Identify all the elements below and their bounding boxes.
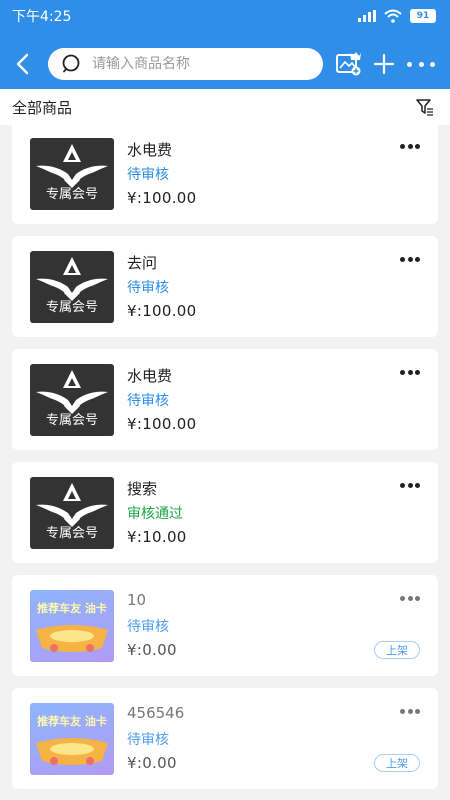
battery-icon: 91 [410,9,436,23]
vip-thumbnail: 专属会号 [30,477,114,549]
more-options-icon[interactable] [400,256,420,262]
thumb-label: 专属会号 [45,300,98,315]
product-name: 搜索 [127,480,158,498]
product-name: 水电费 [127,367,173,385]
review-status: 待审核 [127,619,169,635]
product-card[interactable]: 专属会号 搜索 审核通过 ¥:10.00 [12,462,438,563]
product-card[interactable]: 推荐车友 油卡 10 待审核 ¥:0.00 上架 [12,575,438,676]
status-bar: 下午4:25 91 [0,0,450,32]
add-icon[interactable] [373,53,395,75]
product-price: ¥:10.00 [127,528,187,546]
image-crown-icon[interactable] [335,51,361,77]
review-status: 待审核 [127,280,169,296]
promo-car-illustration: 推荐车友 油卡 [36,601,108,652]
toolbar [0,47,450,81]
product-list: 专属会号 水电费 待审核 ¥:100.00 专属会号 去问 待审核 ¥:100.… [0,125,450,800]
search-input[interactable] [92,56,312,72]
vip-thumbnail: 专属会号 [30,251,114,323]
product-card[interactable]: 专属会号 水电费 待审核 ¥:100.00 [12,349,438,450]
search-icon [62,54,80,73]
status-time: 下午4:25 [12,9,72,25]
review-status: 待审核 [127,732,169,748]
promo-text: 推荐车友 油卡 [37,714,107,728]
product-price: ¥:100.00 [127,415,197,433]
list-on-shelf-button[interactable]: 上架 [374,754,420,772]
more-icon[interactable] [407,53,435,75]
back-arrow-icon[interactable] [14,53,34,75]
more-options-icon[interactable] [400,143,420,149]
list-on-shelf-button[interactable]: 上架 [374,641,420,659]
product-name: 456546 [127,704,185,722]
signal-icon [358,10,376,22]
product-card[interactable]: 专属会号 去问 待审核 ¥:100.00 [12,236,438,337]
promo-thumbnail: 推荐车友 油卡 [30,703,114,775]
product-name: 10 [127,591,147,609]
review-status: 审核通过 [127,506,183,522]
promo-thumbnail: 推荐车友 油卡 [30,590,114,662]
review-status: 待审核 [127,393,169,409]
review-status: 待审核 [127,167,169,183]
thumb-label: 专属会号 [45,187,98,202]
product-name: 水电费 [127,141,173,159]
thumb-label: 专属会号 [45,526,98,541]
product-price: ¥:100.00 [127,189,197,207]
product-price: ¥:0.00 [127,641,177,659]
promo-car-illustration: 推荐车友 油卡 [36,714,108,765]
product-name: 去问 [127,254,158,272]
vip-thumbnail: 专属会号 [30,364,114,436]
more-options-icon[interactable] [400,708,420,714]
wifi-icon [384,9,402,23]
promo-text: 推荐车友 油卡 [37,601,107,615]
more-options-icon[interactable] [400,482,420,488]
more-options-icon[interactable] [400,595,420,601]
status-icons: 91 [358,9,436,23]
product-price: ¥:0.00 [127,754,177,772]
subheader: 全部商品 [0,89,450,125]
more-options-icon[interactable] [400,369,420,375]
product-card[interactable]: 推荐车友 油卡 456546 待审核 ¥:0.00 上架 [12,688,438,789]
vip-thumbnail: 专属会号 [30,138,114,210]
product-card[interactable]: 专属会号 水电费 待审核 ¥:100.00 [12,125,438,224]
search-bar[interactable] [48,48,323,80]
thumb-label: 专属会号 [45,413,98,428]
app-header: 下午4:25 91 [0,0,450,89]
product-price: ¥:100.00 [127,302,197,320]
all-products-title: 全部商品 [12,98,73,117]
filter-icon[interactable] [416,98,434,116]
